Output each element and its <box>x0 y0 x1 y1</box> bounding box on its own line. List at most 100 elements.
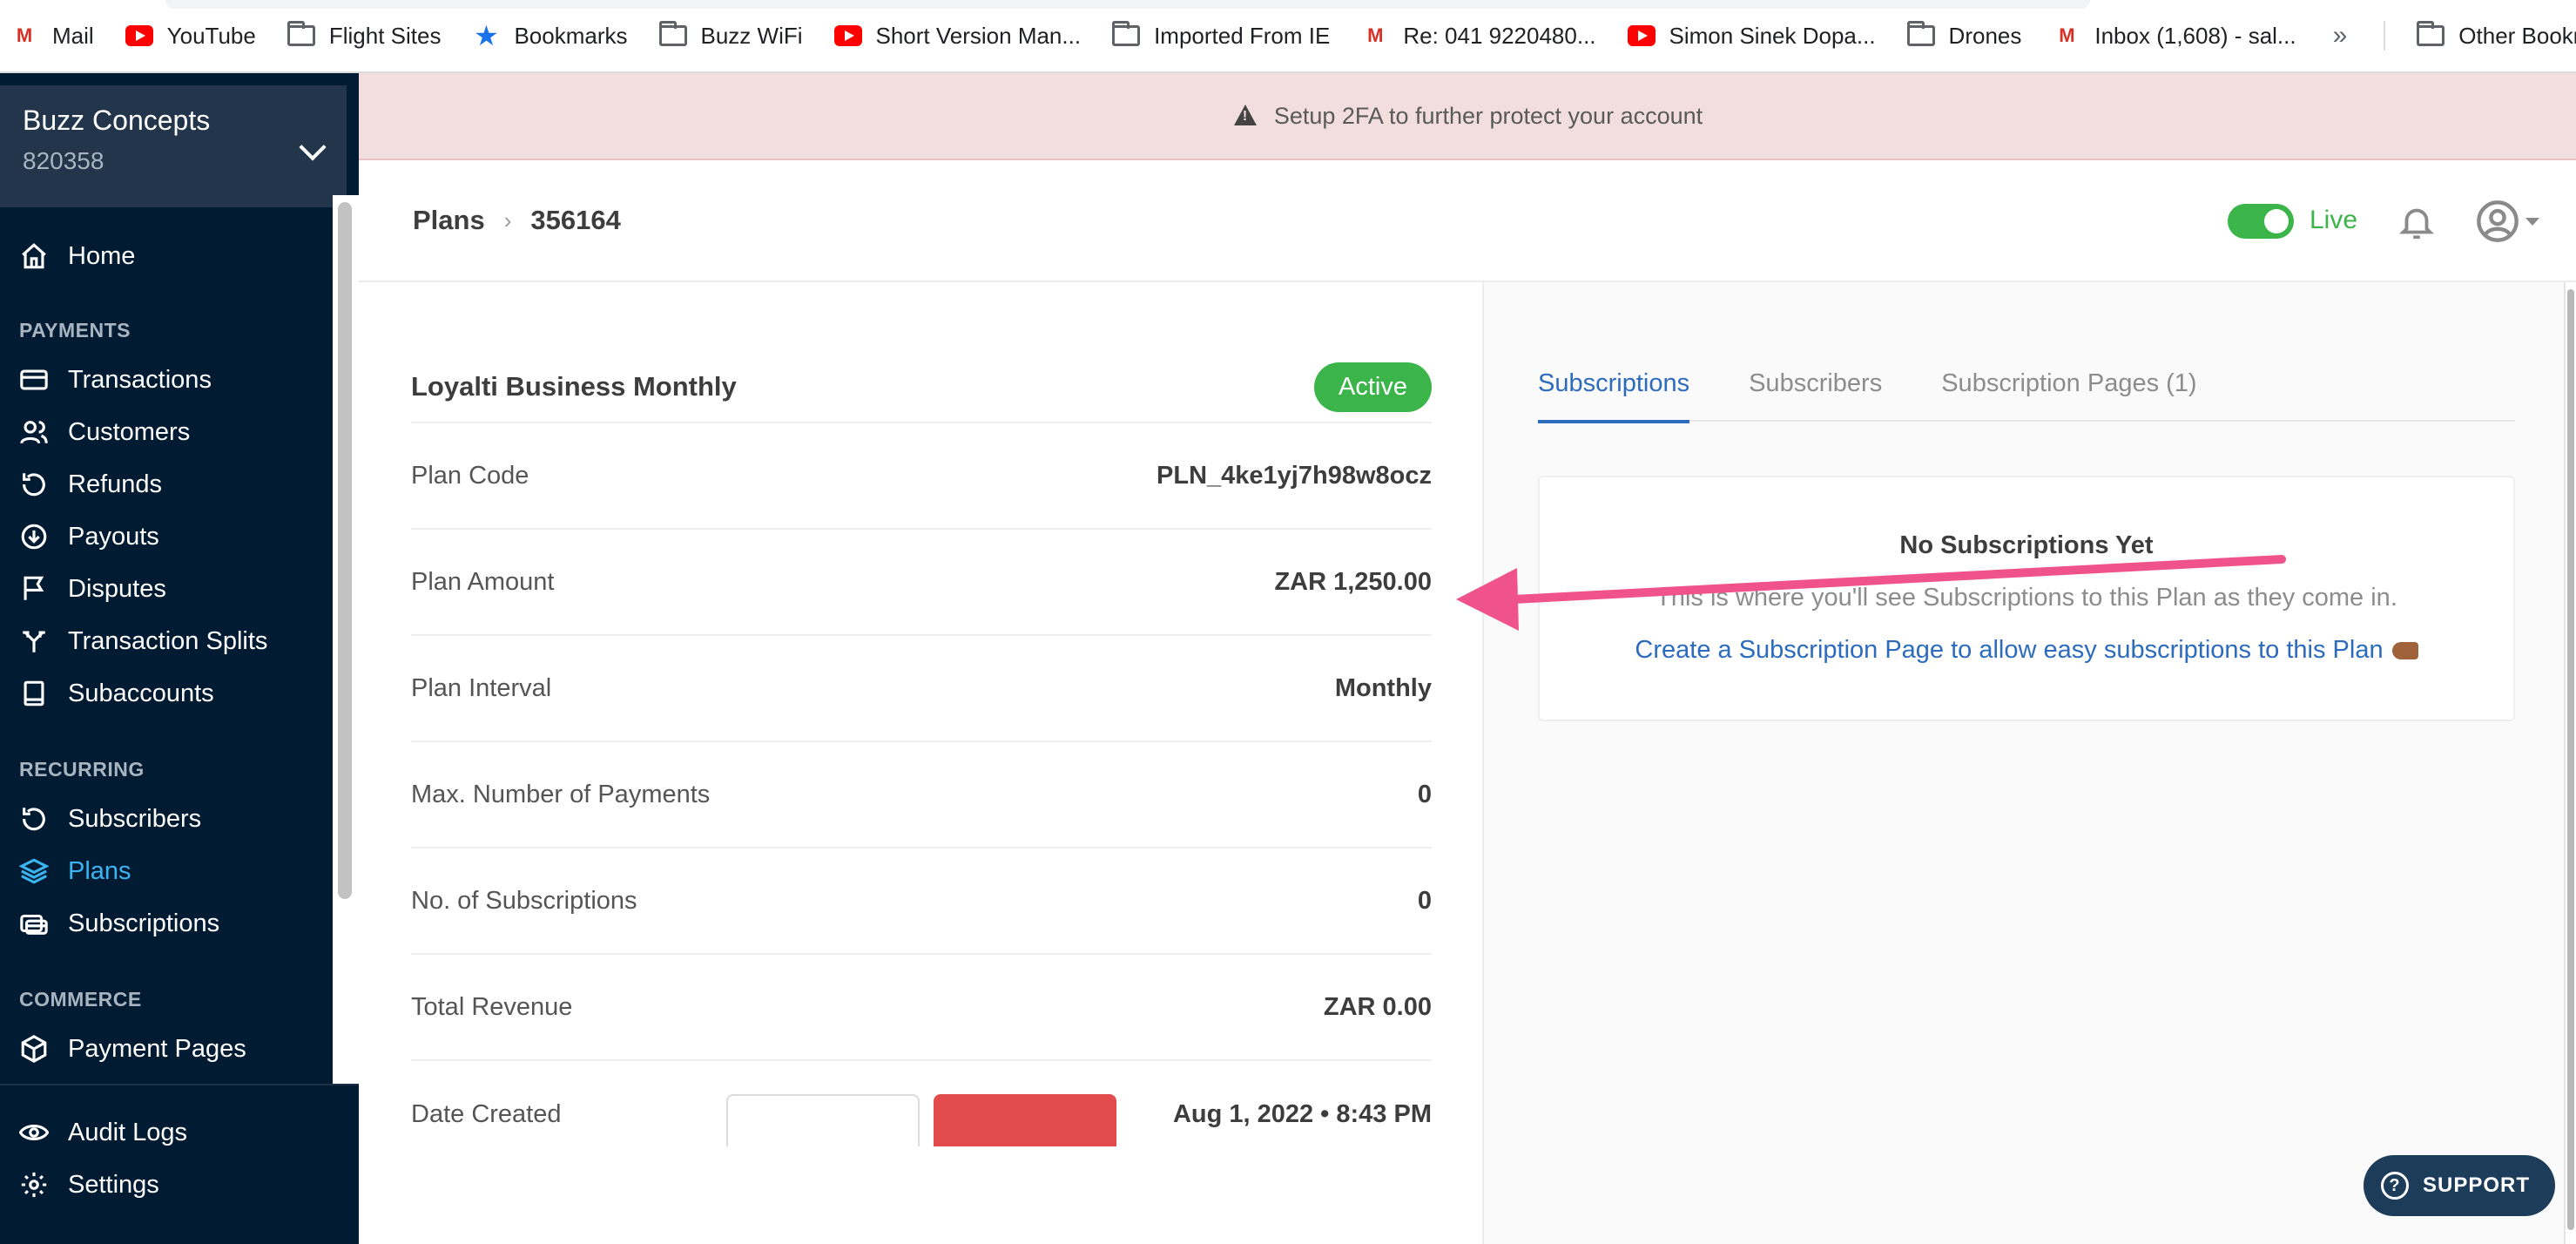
section-recurring: RECURRING <box>19 758 145 781</box>
bookmark-bookmarks[interactable]: ★ Bookmarks <box>470 20 627 51</box>
user-avatar-icon[interactable] <box>2475 199 2520 244</box>
bookmark-mail[interactable]: M Mail <box>9 23 94 50</box>
bookmark-re-041[interactable]: M Re: 041 9220480... <box>1359 23 1595 50</box>
banner-text: Setup 2FA to further protect your accoun… <box>1273 102 1703 129</box>
detail-label: Plan Interval <box>411 673 552 702</box>
sidebar-item-subscriptions[interactable]: Subscriptions <box>19 904 219 943</box>
bookmark-label: YouTube <box>166 22 256 49</box>
business-id: 820358 <box>23 147 105 174</box>
business-name: Buzz Concepts <box>23 105 211 136</box>
sidebar-item-disputes[interactable]: Disputes <box>19 570 166 608</box>
edit-plan-button[interactable] <box>726 1094 920 1146</box>
page-scrollbar-thumb[interactable] <box>2567 289 2574 1230</box>
youtube-icon <box>833 23 864 49</box>
live-mode-label: Live <box>2310 206 2358 234</box>
detail-label: Plan Amount <box>411 567 555 596</box>
main-content: Setup 2FA to further protect your accoun… <box>359 73 2576 1244</box>
folder-icon <box>1905 21 1937 49</box>
detail-value: ZAR 1,250.00 <box>1274 567 1432 596</box>
help-icon: ? <box>2381 1172 2409 1200</box>
detail-label: Max. Number of Payments <box>411 780 711 808</box>
sidebar-item-settings[interactable]: Settings <box>19 1166 159 1204</box>
delete-plan-button[interactable] <box>934 1094 1116 1146</box>
bookmark-youtube[interactable]: YouTube <box>124 23 256 50</box>
sidebar-item-label: Transactions <box>68 365 212 394</box>
detail-label: Plan Code <box>411 461 529 490</box>
gmail-icon: M <box>2059 24 2075 46</box>
address-bar-edge <box>165 0 2090 9</box>
bookmark-label: Short Version Man... <box>875 22 1082 49</box>
sidebar-item-home[interactable]: Home <box>19 237 135 275</box>
bookmark-other[interactable]: Other Bookmar <box>2415 21 2576 50</box>
detail-row: Date Created Aug 1, 2022 • 8:43 PM <box>411 1061 1432 1167</box>
link-text: Create a Subscription Page to allow easy… <box>1635 636 2384 664</box>
flag-icon <box>24 576 44 600</box>
tab-subscribers[interactable]: Subscribers <box>1749 352 1882 422</box>
sidebar-footer: Audit Logs Settings <box>0 1084 359 1244</box>
live-mode-toggle[interactable] <box>2228 204 2294 239</box>
tab-subscriptions[interactable]: Subscriptions <box>1538 352 1690 423</box>
sidebar-scrollbar-thumb[interactable] <box>338 202 352 899</box>
bookmark-flight-sites[interactable]: Flight Sites <box>286 21 441 50</box>
bookmarks-overflow-button[interactable]: » <box>2326 21 2355 51</box>
sidebar-item-audit-logs[interactable]: Audit Logs <box>19 1113 187 1152</box>
bookmark-label: Other Bookmar <box>2458 22 2576 49</box>
sidebar-item-subscribers[interactable]: Subscribers <box>19 800 201 838</box>
sidebar-item-label: Payouts <box>68 522 159 551</box>
bookmark-label: Inbox (1,608) - sal... <box>2094 22 2296 49</box>
folder-icon <box>2415 21 2446 49</box>
sidebar-item-plans[interactable]: Plans <box>19 852 131 890</box>
status-badge: Active <box>1314 362 1432 412</box>
bell-icon[interactable] <box>2397 202 2437 242</box>
star-icon: ★ <box>474 20 499 51</box>
refresh-icon <box>23 808 45 831</box>
support-button[interactable]: ? SUPPORT <box>2364 1155 2555 1216</box>
detail-row: Max. Number of Payments 0 <box>411 742 1432 848</box>
download-circle-icon <box>21 524 47 550</box>
sidebar-item-label: Subscribers <box>68 804 202 833</box>
sidebar-item-label: Customers <box>68 417 191 446</box>
detail-row: No. of Subscriptions 0 <box>411 848 1432 955</box>
split-icon <box>23 631 45 652</box>
bookmark-imported-from-ie[interactable]: Imported From IE <box>1110 21 1330 50</box>
sidebar-item-transactions[interactable]: Transactions <box>19 361 212 399</box>
bookmark-short-version[interactable]: Short Version Man... <box>833 22 1082 50</box>
gear-icon <box>21 1172 47 1198</box>
section-commerce: COMMERCE <box>19 988 142 1011</box>
sidebar-item-payment-pages[interactable]: Payment Pages <box>19 1030 246 1068</box>
tabs: Subscriptions Subscribers Subscription P… <box>1538 352 2515 423</box>
support-label: SUPPORT <box>2423 1173 2531 1197</box>
empty-state-description: This is where you'll see Subscriptions t… <box>1656 584 2397 612</box>
sidebar-item-customers[interactable]: Customers <box>19 413 190 451</box>
detail-value: 0 <box>1417 780 1432 808</box>
eye-icon <box>19 1125 49 1140</box>
sidebar-item-label: Disputes <box>68 574 166 603</box>
business-switcher[interactable]: Buzz Concepts 820358 <box>0 85 347 207</box>
detail-value: PLN_4ke1yj7h98w8ocz <box>1157 461 1432 490</box>
youtube-icon <box>124 23 155 49</box>
breadcrumb: Plans › 356164 <box>413 205 621 236</box>
bookmark-inbox[interactable]: M Inbox (1,608) - sal... <box>2051 23 2296 50</box>
detail-row: Plan Interval Monthly <box>411 636 1432 742</box>
sidebar-item-refunds[interactable]: Refunds <box>19 465 162 504</box>
bookmark-drones[interactable]: Drones <box>1905 21 2022 50</box>
sidebar-item-payouts[interactable]: Payouts <box>19 517 159 556</box>
sidebar-item-transaction-splits[interactable]: Transaction Splits <box>19 622 267 660</box>
sidebar-item-label: Payment Pages <box>68 1034 246 1063</box>
tab-subscription-pages[interactable]: Subscription Pages (1) <box>1941 352 2196 422</box>
bookmark-label: Drones <box>1948 22 2022 49</box>
sidebar-item-label: Subaccounts <box>68 679 214 707</box>
page-header: Plans › 356164 Live <box>359 160 2576 282</box>
breadcrumb-plans-link[interactable]: Plans <box>413 205 485 236</box>
bookmark-simon-sinek[interactable]: Simon Sinek Dopa... <box>1626 23 1876 50</box>
security-banner[interactable]: Setup 2FA to further protect your accoun… <box>359 73 2576 160</box>
bookmark-label: Re: 041 9220480... <box>1403 22 1596 49</box>
caret-down-icon[interactable] <box>2525 218 2539 226</box>
create-subscription-page-link[interactable]: Create a Subscription Page to allow easy… <box>1540 636 2513 665</box>
detail-row: Plan Amount ZAR 1,250.00 <box>411 530 1432 636</box>
sidebar-item-label: Home <box>68 241 136 270</box>
bookmark-buzz-wifi[interactable]: Buzz WiFi <box>657 21 803 50</box>
folder-icon <box>1110 21 1142 49</box>
gmail-icon: M <box>16 24 33 46</box>
sidebar-item-subaccounts[interactable]: Subaccounts <box>19 674 214 713</box>
